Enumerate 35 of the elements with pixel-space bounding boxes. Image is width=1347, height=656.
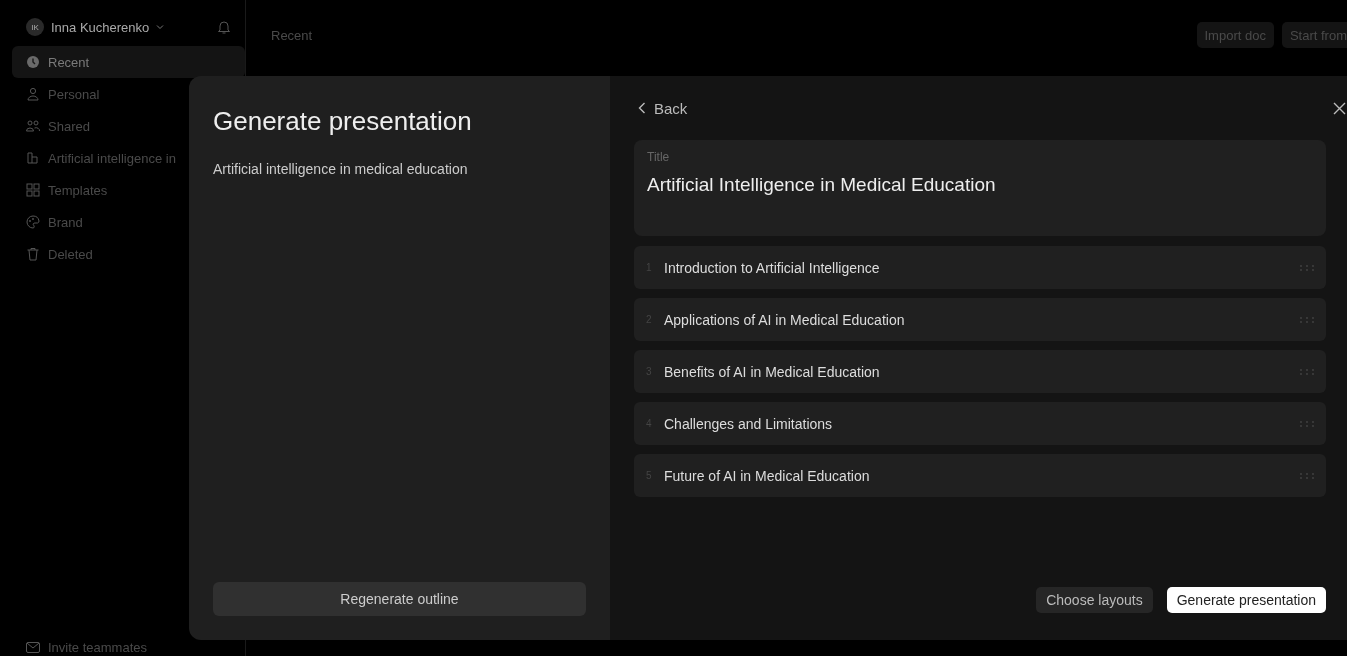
action-button[interactable]: Generate presentation <box>1166 587 1326 613</box>
people-icon <box>26 119 40 133</box>
page-title: Recent <box>271 27 313 43</box>
close-icon[interactable] <box>1333 101 1346 115</box>
chevron-down-icon[interactable] <box>156 24 165 30</box>
folder-icon <box>26 151 40 165</box>
grid-icon <box>26 183 40 197</box>
title-field[interactable]: Title Artificial Intelligence in Medical Education <box>634 140 1326 236</box>
item-text: Applications of AI in Medical Education <box>664 311 905 328</box>
drag-handle-icon[interactable] <box>1300 472 1314 479</box>
user-name[interactable]: Inna Kucherenko <box>51 19 150 35</box>
chevron-left-icon <box>638 102 646 114</box>
drag-handle-icon[interactable] <box>1300 420 1314 427</box>
action-button[interactable]: Choose layouts <box>1036 587 1153 613</box>
person-icon <box>26 87 40 101</box>
prompt-text: Artificial intelligence in medical education <box>213 161 469 177</box>
bell-icon[interactable] <box>217 19 231 35</box>
field-label: Title <box>647 150 671 164</box>
regenerate-button[interactable]: Regenerate outline <box>213 582 586 616</box>
drag-handle-icon[interactable] <box>1300 368 1314 375</box>
invite-label: Invite teammates <box>48 639 147 655</box>
drag-handle-icon[interactable] <box>1300 316 1314 323</box>
item-text: Challenges and Limitations <box>664 415 833 432</box>
sidebar-item[interactable]: Recent <box>12 46 245 78</box>
trash-icon <box>26 247 40 261</box>
back-button[interactable]: Back <box>634 99 688 117</box>
item-text: Future of AI in Medical Education <box>664 467 870 484</box>
clock-icon <box>26 55 40 69</box>
item-text: Benefits of AI in Medical Education <box>664 363 880 380</box>
avatar[interactable]: IK <box>26 18 44 36</box>
field-value: Artificial Intelligence in Medical Education <box>647 174 997 196</box>
envelope-icon <box>26 641 40 653</box>
palette-icon <box>26 215 40 229</box>
item-text: Introduction to Artificial Intelligence <box>664 259 880 276</box>
drag-handle-icon[interactable] <box>1300 264 1314 271</box>
